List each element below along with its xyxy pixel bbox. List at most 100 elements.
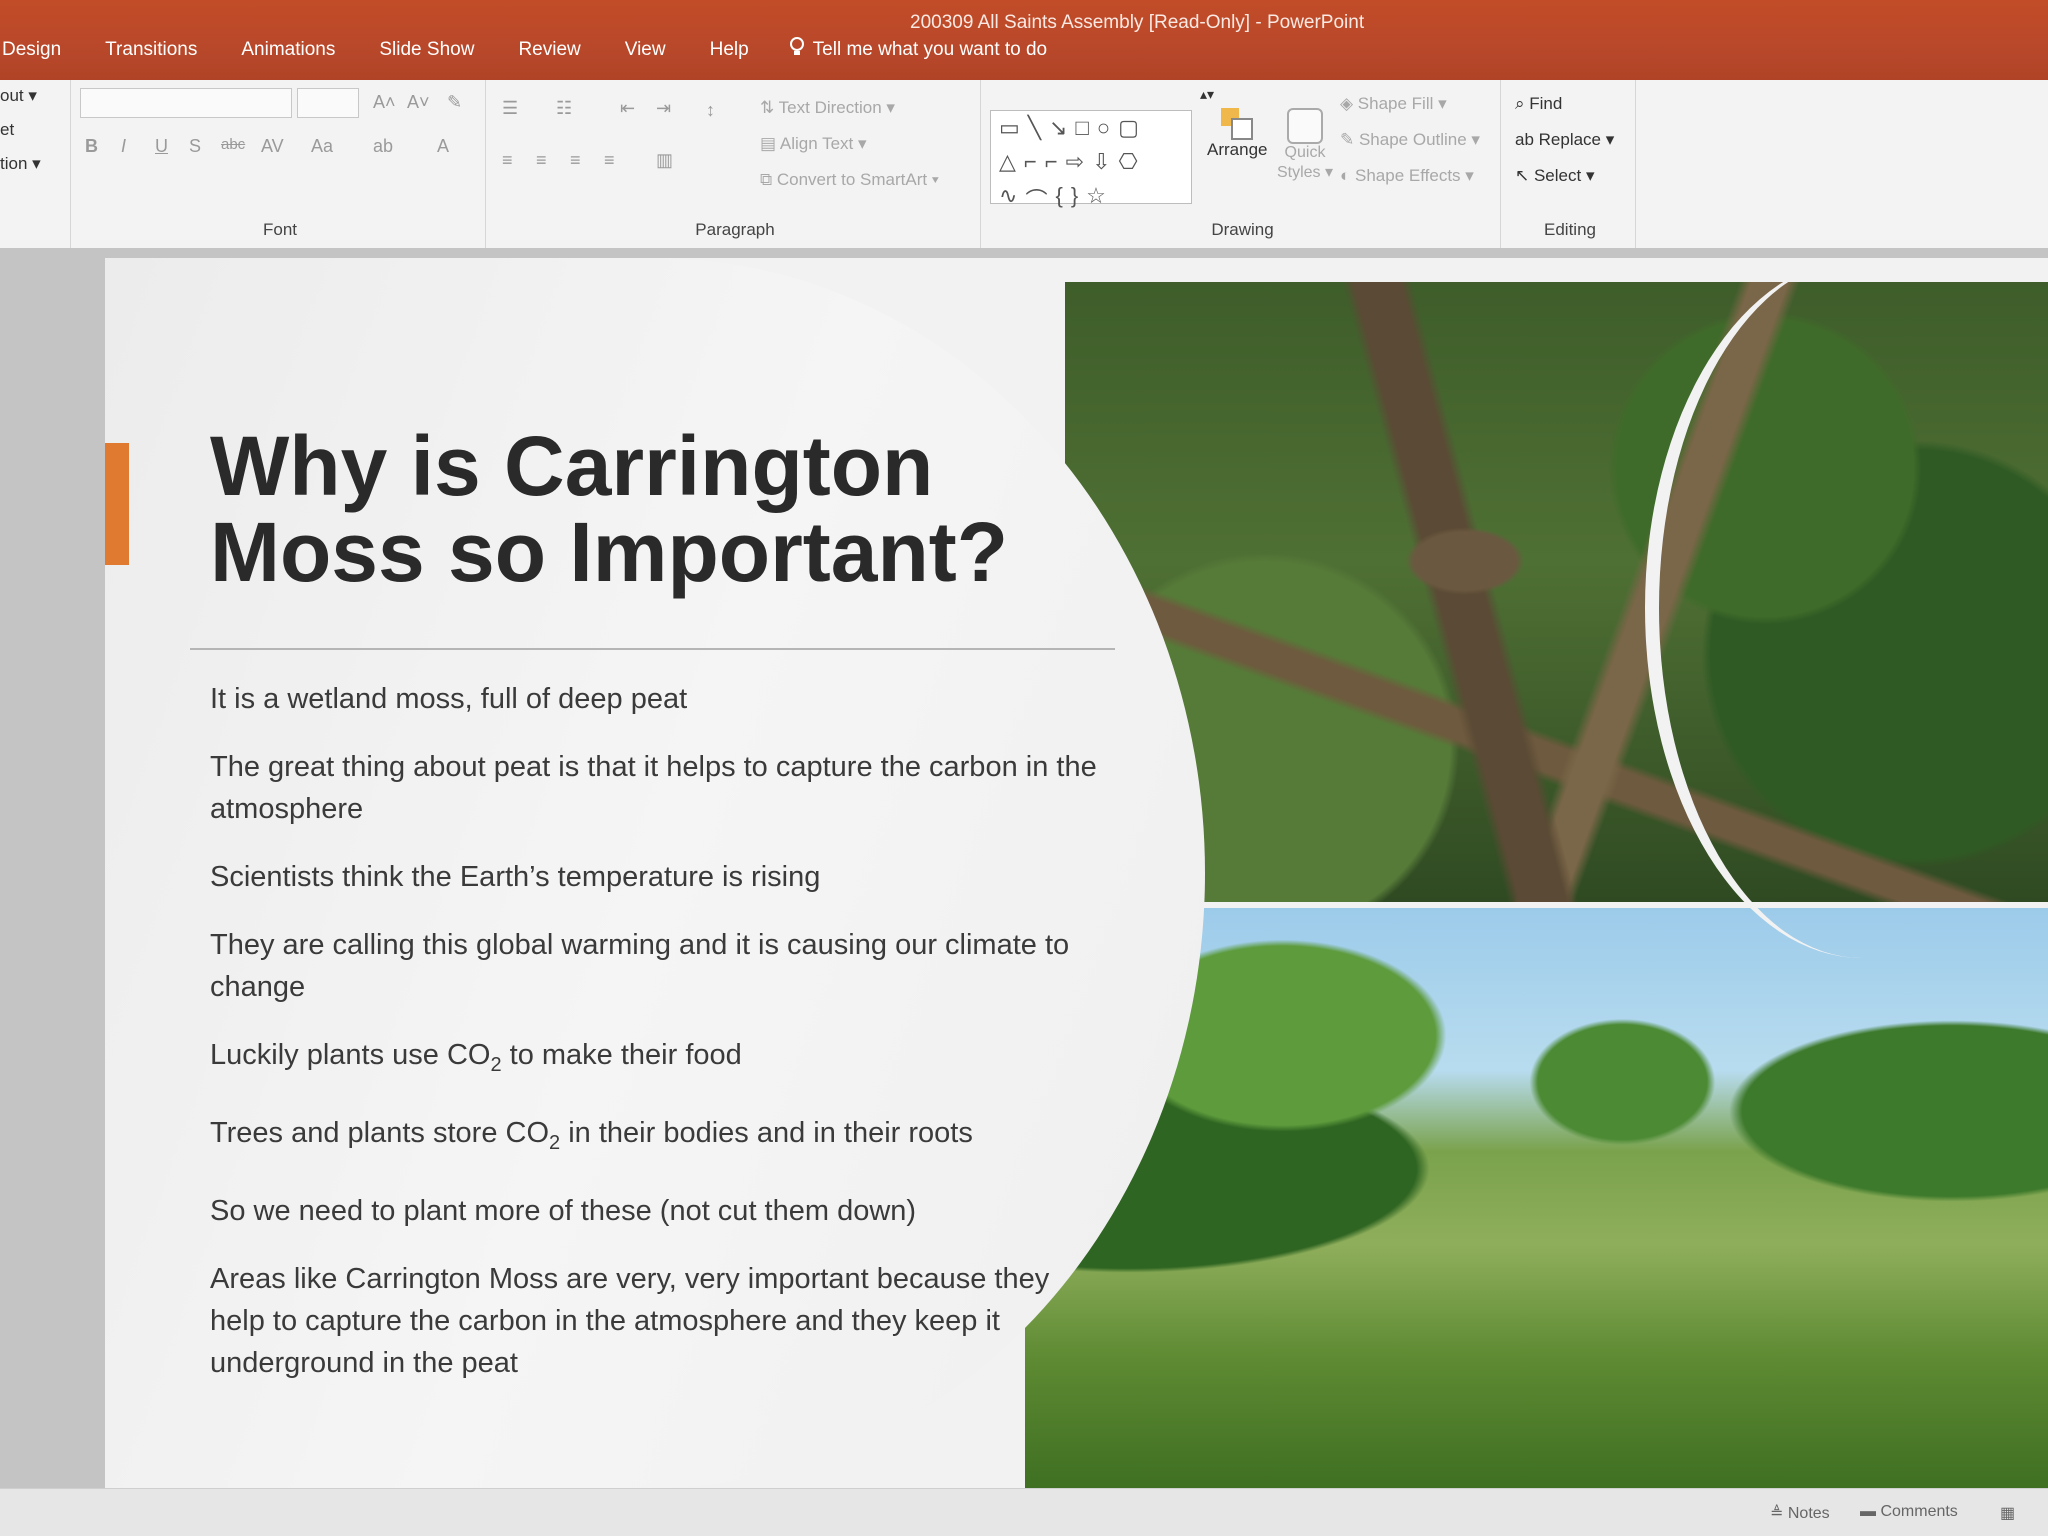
font-size-dropdown[interactable] [297, 88, 359, 118]
section-button[interactable]: tion ▾ [0, 154, 41, 174]
tell-me-box[interactable]: Tell me what you want to do [771, 36, 1047, 64]
highlight-icon[interactable]: ab [373, 136, 393, 157]
align-text-label: Align Text ▾ [779, 134, 867, 153]
lightbulb-icon [789, 36, 805, 64]
bullet-item: So we need to plant more of these (not c… [210, 1194, 917, 1227]
gallery-scroll-icon[interactable]: ▴▾ [1200, 86, 1214, 103]
tab-slide-show[interactable]: Slide Show [357, 39, 496, 61]
arrow-line-icon[interactable]: ↘ [1049, 115, 1067, 141]
title-divider [190, 648, 1115, 650]
columns-icon[interactable]: ▥ [656, 150, 673, 171]
elbow-arrow-icon[interactable]: ⌐ [1045, 149, 1058, 175]
effects-icon: ◐ [1340, 166, 1355, 185]
text-direction-icon: ⇅ [760, 98, 779, 117]
oval-shape-icon[interactable]: ○ [1097, 115, 1110, 141]
increase-indent-icon[interactable]: ⇥ [656, 98, 671, 119]
text-direction-label: Text Direction ▾ [778, 98, 895, 117]
bullets-icon[interactable]: ☰ [502, 98, 518, 119]
comments-label: Comments [1880, 1503, 1958, 1520]
font-color-button[interactable]: A [437, 136, 449, 157]
find-label: Find [1529, 94, 1563, 113]
tab-animations[interactable]: Animations [219, 39, 357, 61]
shape-outline-button[interactable]: ✎ Shape Outline ▾ [1340, 130, 1480, 150]
select-button[interactable]: ↖ Select ▾ [1515, 166, 1594, 186]
line-spacing-icon[interactable]: ↕ [706, 100, 715, 121]
bullet-text: in their bodies and in their roots [560, 1116, 973, 1149]
freeform-icon[interactable]: ∿ [999, 183, 1017, 215]
shadow-button[interactable]: S [189, 136, 201, 157]
subscript: 2 [549, 1131, 561, 1154]
find-button[interactable]: ⌕ Find [1515, 94, 1562, 114]
shape-outline-label: Shape Outline ▾ [1358, 130, 1480, 149]
grow-font-button[interactable]: A˄ [373, 92, 396, 113]
numbering-icon[interactable]: ☷ [556, 98, 572, 119]
textbox-shape-icon[interactable]: ▭ [999, 115, 1020, 141]
editing-group-label: Editing [1544, 220, 1596, 239]
align-text-icon: ▤ [760, 134, 780, 153]
paragraph-group-label: Paragraph [695, 220, 775, 239]
bullet-text: to make their food [501, 1039, 742, 1071]
tab-view[interactable]: View [603, 39, 688, 61]
comment-icon: ▬ [1860, 1503, 1881, 1520]
brace-right-icon[interactable]: } [1071, 183, 1078, 215]
rounded-rect-icon[interactable]: ▢ [1118, 115, 1139, 141]
layout-button[interactable]: out ▾ [0, 86, 37, 106]
slide[interactable]: Why is Carrington Moss so Important? It … [105, 258, 2048, 1488]
shrink-font-button[interactable]: A˅ [407, 92, 430, 113]
character-spacing-button[interactable]: AV [261, 136, 284, 157]
shape-fill-button[interactable]: ◈ Shape Fill ▾ [1340, 94, 1447, 114]
convert-smartart-button[interactable]: ⧉ Convert to SmartArt ▾ [760, 170, 939, 190]
align-left-icon[interactable]: ≡ [502, 150, 513, 171]
smartart-icon: ⧉ [760, 170, 777, 189]
ribbon-tabs: Design Transitions Animations Slide Show… [0, 28, 1047, 72]
bold-button[interactable]: B [85, 136, 98, 157]
font-family-dropdown[interactable] [80, 88, 292, 118]
down-arrow-icon[interactable]: ⇩ [1092, 149, 1110, 175]
arrange-label: Arrange [1207, 140, 1268, 159]
tab-help[interactable]: Help [688, 39, 771, 61]
align-center-icon[interactable]: ≡ [536, 150, 547, 171]
arrange-button[interactable]: Arrange [1207, 108, 1267, 160]
replace-button[interactable]: ab Replace ▾ [1515, 130, 1614, 150]
paragraph-group: ☰ ☷ ⇤ ⇥ ↕ ≡ ≡ ≡ ≡ ▥ ⇅ Text Direction ▾ ▤… [490, 80, 981, 248]
text-direction-button[interactable]: ⇅ Text Direction ▾ [760, 98, 895, 118]
line-shape-icon[interactable]: ╲ [1028, 115, 1041, 141]
align-text-button[interactable]: ▤ Align Text ▾ [760, 134, 867, 154]
justify-icon[interactable]: ≡ [604, 150, 615, 171]
brace-left-icon[interactable]: { [1055, 183, 1062, 215]
curve-icon[interactable]: ⌒ [1025, 183, 1047, 215]
status-bar: ≜ Notes ▬ Comments ▦ [0, 1488, 2048, 1536]
select-label: Select ▾ [1533, 166, 1595, 185]
tab-review[interactable]: Review [496, 39, 602, 61]
notes-label: Notes [1787, 1505, 1830, 1522]
shapes-gallery[interactable]: ▭ ╲ ↘ □ ○ ▢ △ ⌐ ⌐ ⇨ ⇩ ⎔ ∿ ⌒{} ☆ [990, 110, 1192, 213]
decrease-indent-icon[interactable]: ⇤ [620, 98, 635, 119]
bullet-list[interactable]: It is a wetland moss, full of deep peat … [210, 678, 1110, 1410]
notes-button[interactable]: ≜ Notes [1770, 1503, 1830, 1523]
rectangle-shape-icon[interactable]: □ [1075, 115, 1088, 141]
tab-design[interactable]: Design [0, 39, 83, 61]
star-shape-icon[interactable]: ☆ [1086, 183, 1106, 215]
right-arrow-icon[interactable]: ⇨ [1066, 149, 1084, 175]
triangle-shape-icon[interactable]: △ [999, 149, 1016, 175]
shape-effects-button[interactable]: ◐ Shape Effects ▾ [1340, 166, 1474, 186]
elbow-connector-icon[interactable]: ⌐ [1024, 149, 1037, 175]
change-case-button[interactable]: Aa [311, 136, 333, 157]
title-accent-bar [105, 443, 129, 565]
align-right-icon[interactable]: ≡ [570, 150, 581, 171]
tab-transitions[interactable]: Transitions [83, 39, 219, 61]
comments-button[interactable]: ▬ Comments [1860, 1503, 1958, 1521]
flowchart-icon[interactable]: ⎔ [1119, 149, 1138, 175]
underline-button[interactable]: U [155, 136, 168, 157]
bullet-item: It is a wetland moss, full of deep peat [210, 683, 688, 715]
normal-view-icon[interactable]: ▦ [2000, 1503, 2015, 1523]
editing-group: ⌕ Find ab Replace ▾ ↖ Select ▾ Editing [1505, 80, 1636, 248]
strikethrough-button[interactable]: abc [221, 136, 245, 153]
reset-button[interactable]: et [0, 120, 14, 140]
slide-title[interactable]: Why is Carrington Moss so Important? [210, 423, 1110, 595]
clear-formatting-icon[interactable]: ✎ [447, 92, 462, 113]
title-line-1: Why is Carrington [210, 419, 934, 513]
quick-styles-button[interactable]: Quick Styles ▾ [1275, 108, 1335, 182]
drawing-group: ▭ ╲ ↘ □ ○ ▢ △ ⌐ ⌐ ⇨ ⇩ ⎔ ∿ ⌒{} ☆ ▴▾ Arrange Quick Sty… [985, 80, 1501, 248]
italic-button[interactable]: I [121, 136, 126, 157]
